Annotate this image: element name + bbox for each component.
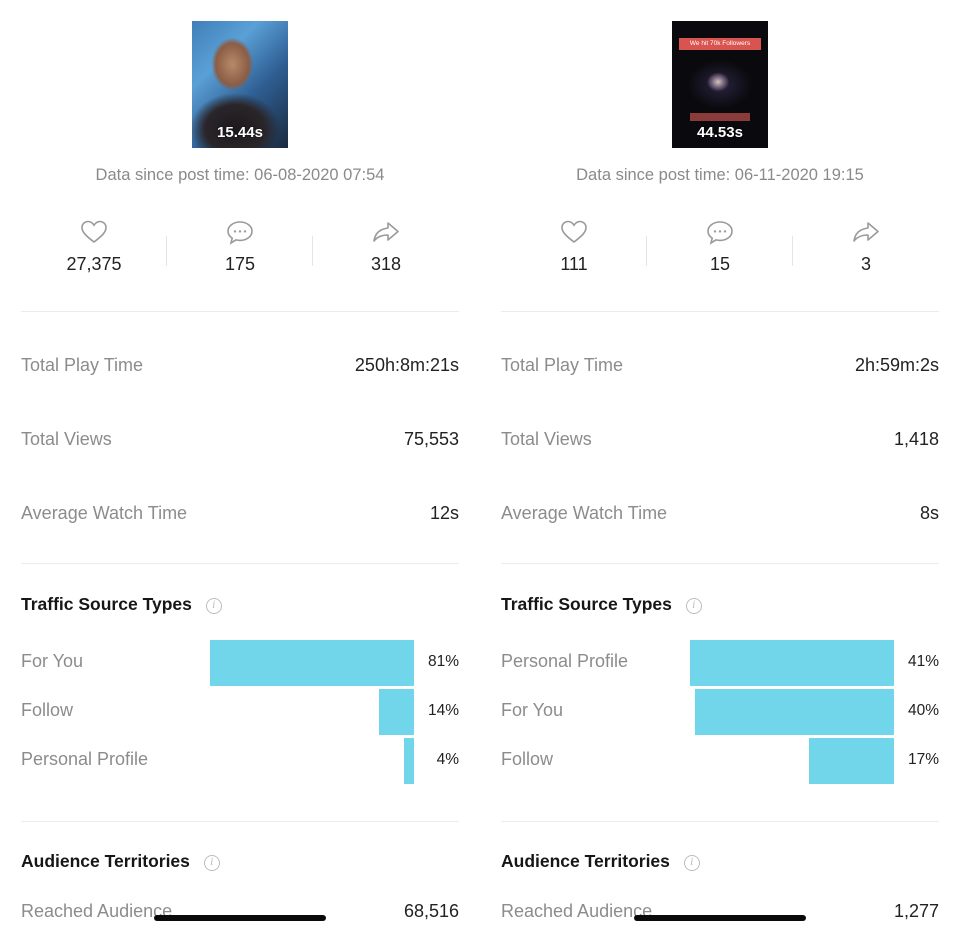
info-icon[interactable]: i bbox=[683, 855, 700, 871]
divider bbox=[501, 821, 939, 822]
traffic-percent: 17% bbox=[907, 751, 939, 768]
divider bbox=[21, 821, 459, 822]
traffic-label: For You bbox=[501, 700, 564, 720]
engagement-stats: 111 15 3 bbox=[501, 218, 939, 282]
thumbnail-banner: We hit 70k Followers bbox=[679, 38, 761, 50]
home-indicator[interactable] bbox=[154, 915, 326, 921]
shares-count: 3 bbox=[860, 254, 871, 274]
section-title-text: Audience Territories bbox=[21, 851, 190, 871]
comment-icon bbox=[707, 221, 733, 245]
traffic-label: Personal Profile bbox=[501, 651, 629, 671]
comments-count: 175 bbox=[224, 254, 256, 274]
metric-label: Total Play Time bbox=[21, 355, 144, 375]
likes-stat: 111 bbox=[501, 218, 647, 275]
traffic-label: Follow bbox=[21, 700, 74, 720]
traffic-percent: 41% bbox=[907, 653, 939, 670]
likes-stat: 27,375 bbox=[21, 218, 167, 275]
video-thumbnail[interactable]: We hit 70k Followers 44.53s bbox=[672, 21, 768, 148]
traffic-row: Follow 17% bbox=[501, 738, 939, 784]
traffic-row: Personal Profile 4% bbox=[21, 738, 459, 784]
traffic-row: For You 40% bbox=[501, 689, 939, 735]
traffic-source-title: Traffic Source Types i bbox=[21, 594, 222, 615]
traffic-bar bbox=[695, 689, 894, 735]
info-icon[interactable]: i bbox=[205, 598, 222, 614]
traffic-label: Follow bbox=[501, 749, 554, 769]
heart-icon bbox=[561, 220, 587, 244]
data-since-text: Data since post time: 06-08-2020 07:54 bbox=[95, 166, 385, 184]
audience-territories-title: Audience Territories i bbox=[501, 851, 700, 872]
divider bbox=[501, 563, 939, 564]
traffic-row: For You 81% bbox=[21, 640, 459, 686]
traffic-percent: 4% bbox=[436, 751, 459, 768]
section-title-text: Traffic Source Types bbox=[21, 594, 192, 614]
comments-count: 15 bbox=[709, 254, 731, 274]
traffic-label: Personal Profile bbox=[21, 749, 149, 769]
likes-count: 27,375 bbox=[66, 254, 122, 274]
shares-count: 318 bbox=[370, 254, 402, 274]
metric-value: 8s bbox=[919, 503, 939, 523]
section-title-text: Audience Territories bbox=[501, 851, 670, 871]
traffic-row: Follow 14% bbox=[21, 689, 459, 735]
divider bbox=[21, 563, 459, 564]
traffic-percent: 40% bbox=[907, 702, 939, 719]
metric-value: 1,418 bbox=[893, 429, 939, 449]
data-since-text: Data since post time: 06-11-2020 19:15 bbox=[576, 166, 864, 184]
traffic-label: For You bbox=[21, 651, 84, 671]
traffic-percent: 81% bbox=[427, 653, 459, 670]
info-icon[interactable]: i bbox=[685, 598, 702, 614]
traffic-bar bbox=[379, 689, 414, 735]
divider bbox=[501, 311, 939, 312]
share-icon bbox=[853, 222, 879, 242]
metric-value: 1,277 bbox=[893, 901, 939, 921]
comment-icon bbox=[227, 221, 253, 245]
likes-count: 111 bbox=[560, 254, 588, 274]
metric-value: 2h:59m:2s bbox=[854, 355, 939, 375]
home-indicator[interactable] bbox=[634, 915, 806, 921]
divider bbox=[21, 311, 459, 312]
video-thumbnail[interactable]: 15.44s bbox=[192, 21, 288, 148]
share-icon bbox=[373, 222, 399, 242]
traffic-bar bbox=[210, 640, 414, 686]
comments-stat: 15 bbox=[647, 218, 793, 275]
traffic-bar bbox=[809, 738, 894, 784]
thumbnail-caption bbox=[690, 113, 750, 121]
shares-stat: 3 bbox=[793, 218, 939, 275]
video-analytics-panel-1: 15.44s Data since post time: 06-08-2020 … bbox=[21, 0, 459, 932]
metric-label: Total Play Time bbox=[501, 355, 624, 375]
heart-icon bbox=[81, 220, 107, 244]
info-icon[interactable]: i bbox=[203, 855, 220, 871]
video-analytics-panel-2: We hit 70k Followers 44.53s Data since p… bbox=[501, 0, 939, 932]
video-duration: 44.53s bbox=[697, 124, 743, 141]
metric-label: Reached Audience bbox=[21, 901, 173, 921]
video-duration: 15.44s bbox=[217, 124, 263, 141]
metric-value: 68,516 bbox=[403, 901, 459, 921]
section-title-text: Traffic Source Types bbox=[501, 594, 672, 614]
traffic-bar bbox=[404, 738, 414, 784]
traffic-source-title: Traffic Source Types i bbox=[501, 594, 702, 615]
traffic-percent: 14% bbox=[427, 702, 459, 719]
metric-value: 75,553 bbox=[403, 429, 459, 449]
comments-stat: 175 bbox=[167, 218, 313, 275]
audience-territories-title: Audience Territories i bbox=[21, 851, 220, 872]
metric-label: Total Views bbox=[501, 429, 592, 449]
traffic-row: Personal Profile 41% bbox=[501, 640, 939, 686]
metric-label: Reached Audience bbox=[501, 901, 653, 921]
metric-value: 250h:8m:21s bbox=[354, 355, 459, 375]
engagement-stats: 27,375 175 318 bbox=[21, 218, 459, 282]
metric-label: Total Views bbox=[21, 429, 112, 449]
metric-label: Average Watch Time bbox=[501, 503, 668, 523]
metric-label: Average Watch Time bbox=[21, 503, 188, 523]
metric-value: 12s bbox=[429, 503, 459, 523]
shares-stat: 318 bbox=[313, 218, 459, 275]
traffic-bar bbox=[690, 640, 894, 686]
